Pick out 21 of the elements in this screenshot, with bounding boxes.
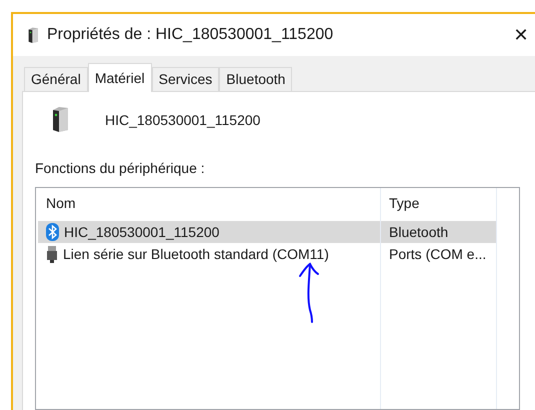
connector-icon (46, 246, 58, 262)
bluetooth-icon (46, 223, 59, 241)
device-icon (51, 106, 69, 132)
device-icon (27, 27, 39, 43)
device-function-name: HIC_180530001_115200 (64, 222, 220, 242)
section-label: Fonctions du périphérique : (35, 159, 206, 178)
annotation-arrow-drawing (298, 262, 320, 324)
device-name: HIC_180530001_115200 (105, 111, 260, 130)
window-title: Propriétés de : HIC_180530001_115200 (47, 25, 334, 45)
column-header[interactable]: Type (380, 192, 496, 214)
device-function-type: Bluetooth (388, 222, 448, 242)
close-button[interactable]: ✕ (511, 26, 531, 44)
device-function-name: Lien série sur Bluetooth standard (COM11) (63, 244, 329, 264)
tab[interactable]: Matériel (88, 63, 152, 92)
tab[interactable]: Bluetooth (219, 67, 292, 91)
tab[interactable]: Général (24, 67, 88, 91)
list-row[interactable]: Lien série sur Bluetooth standard (COM11) Ports (COM e... (38, 243, 496, 265)
column-header[interactable]: Nom (36, 192, 380, 214)
tab[interactable]: Services (152, 67, 220, 91)
device-function-type: Ports (COM e... (388, 244, 486, 264)
list-row[interactable]: HIC_180530001_115200 Bluetooth (38, 221, 496, 243)
